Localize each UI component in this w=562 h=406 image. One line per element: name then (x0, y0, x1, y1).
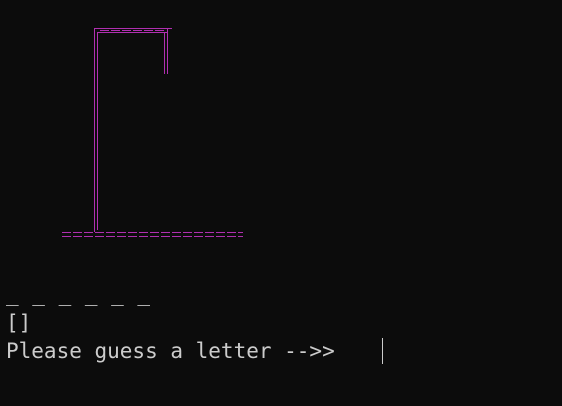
guess-prompt: Please guess a letter -->> (6, 339, 335, 363)
word-blanks: _ _ _ _ _ _ (6, 282, 151, 306)
guessed-letters: [] (6, 311, 32, 335)
hangman-gallows (62, 28, 243, 237)
text-cursor[interactable] (382, 338, 383, 364)
terminal-window[interactable]: _ _ _ _ _ _ [] Please guess a letter -->… (0, 0, 562, 406)
